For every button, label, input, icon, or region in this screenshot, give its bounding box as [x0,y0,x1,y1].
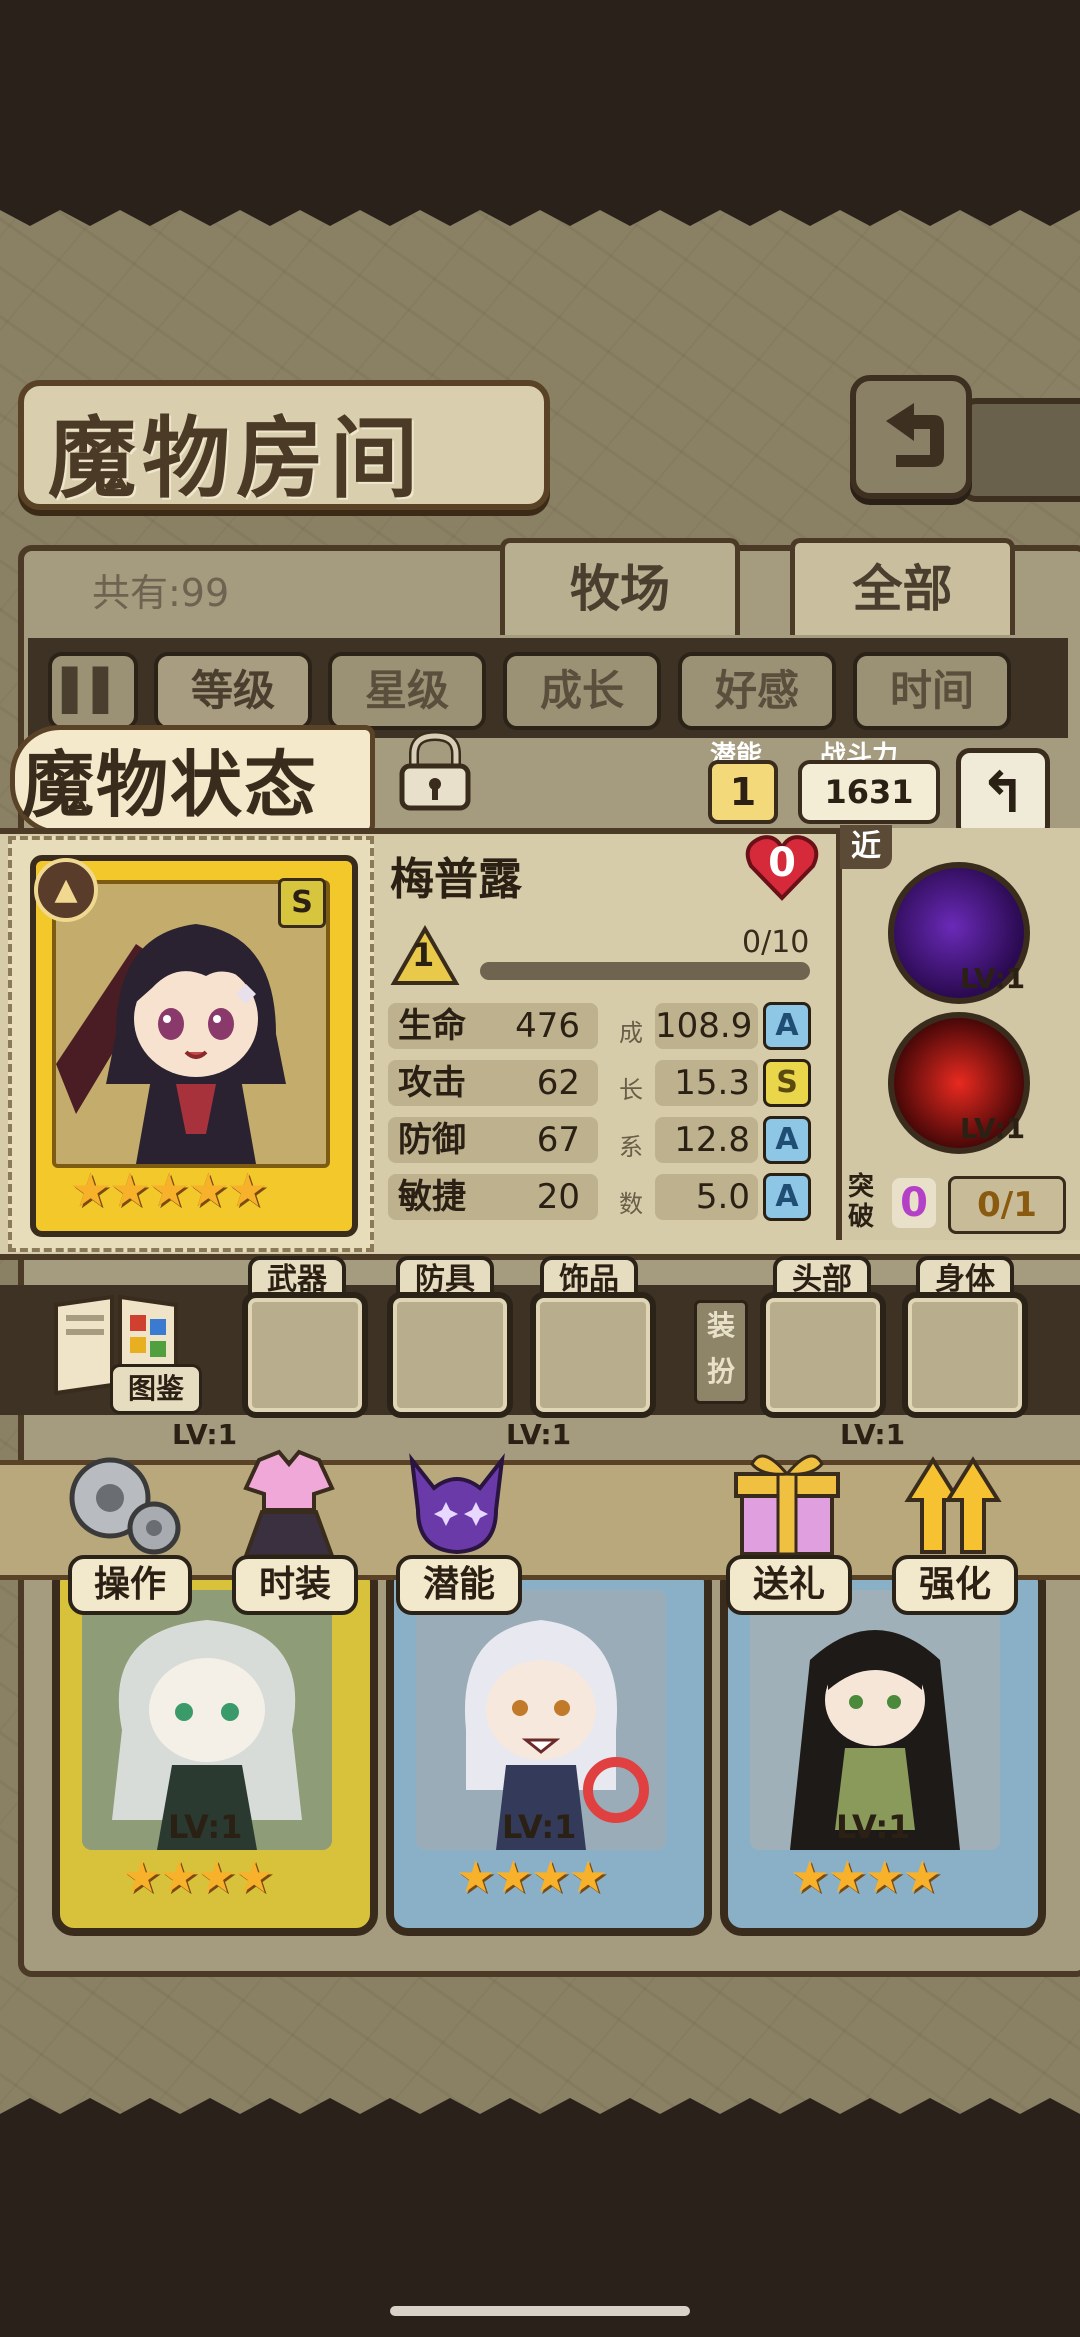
sort-star-button[interactable]: 星级 [328,652,486,730]
page-title: 魔物房间 [48,407,425,510]
growth-agi: 5.0 [655,1174,758,1220]
growth-side-label: 成 [619,1019,643,1047]
action-costume-button[interactable]: 时装 [232,1555,358,1615]
break-label: 突破 [848,1172,875,1232]
sort-growth-button[interactable]: 成长 [503,652,661,730]
level-value: 1 [412,936,435,974]
weapon-slot[interactable] [242,1292,368,1418]
monster-card-2-stars: ★★★★ [456,1852,608,1903]
tab-all[interactable]: 全部 [790,538,1015,635]
star-rating: ★★★★★ [70,1163,268,1217]
stat-agi-value: 20 [536,1177,580,1217]
sort-affection-button[interactable]: 好感 [678,652,836,730]
growth-atk: 15.3 [655,1060,758,1106]
power-value: 1631 [798,760,940,824]
growth-side-label: 长 [619,1076,643,1104]
grade-atk-badge: S [763,1059,811,1107]
top-zigzag-border [0,200,1080,226]
body-slot[interactable] [902,1292,1028,1418]
exp-bar [480,962,810,980]
class-mountain-icon: ▲ [34,858,98,922]
top-background [0,0,1080,210]
grade-hp-badge: A [763,1002,811,1050]
encyclopedia-label[interactable]: 图鉴 [110,1364,202,1414]
upgrade-arrows-icon[interactable] [888,1440,1018,1565]
sort-level-button[interactable]: 等级 [154,652,312,730]
return-arrow-icon [886,403,944,467]
return-arrow-icon: ↰ [979,761,1027,826]
range-tag: 近 [840,825,892,869]
rank-badge: S [278,878,326,928]
affection-value: 0 [768,840,796,886]
exp-text: 0/10 [742,925,810,960]
stat-atk-value: 62 [536,1063,580,1103]
monster-name: 梅普露 [390,854,522,905]
action-operate-button[interactable]: 操作 [68,1555,192,1615]
break-count: 0 [892,1178,936,1228]
sort-time-button[interactable]: 时间 [853,652,1011,730]
grade-def-badge: A [763,1116,811,1164]
costume-label: 装扮 [694,1300,748,1404]
tab-ranch[interactable]: 牧场 [500,538,740,635]
stat-def-value: 67 [536,1120,580,1160]
monster-card-2-level: LV:1 [502,1808,577,1846]
stat-hp-value: 476 [515,1006,580,1046]
bottom-zigzag-border [0,2098,1080,2124]
home-indicator [390,2306,690,2316]
monster-card-3-stars: ★★★★ [790,1852,942,1903]
accessory-slot[interactable] [530,1292,656,1418]
costume-dress-icon[interactable] [224,1440,354,1565]
growth-hp: 108.9 [655,1003,758,1049]
gift-icon[interactable] [722,1440,852,1565]
lock-icon[interactable] [390,730,480,812]
growth-side-label: 系 [619,1133,643,1161]
back-button[interactable] [850,375,972,499]
growth-side-label: 数 [619,1190,643,1218]
gear-icon[interactable] [58,1440,188,1565]
growth-def: 12.8 [655,1117,758,1163]
head-slot[interactable] [760,1292,886,1418]
monster-count: 共有:99 [92,571,230,615]
action-gift-button[interactable]: 送礼 [726,1555,852,1615]
bottom-background [0,2120,1080,2337]
skill-1-level: LV:1 [960,962,1026,995]
action-enhance-button[interactable]: 强化 [892,1555,1018,1615]
action-potential-button[interactable]: 潜能 [396,1555,522,1615]
break-ratio[interactable]: 0/1 [948,1176,1066,1234]
monster-card-1-stars: ★★★★ [122,1852,274,1903]
potential-value: 1 [708,760,778,824]
armor-slot[interactable] [387,1292,513,1418]
potential-demon-icon[interactable] [392,1440,522,1565]
status-title: 魔物状态 [22,743,319,827]
monster-card-3-level: LV:1 [836,1808,911,1846]
grade-agi-badge: A [763,1173,811,1221]
back-button-shadow [960,398,1080,502]
monster-card-1-level: LV:1 [168,1808,243,1846]
sort-order-button[interactable]: ▌▌ [48,652,138,730]
skill-2-level: LV:1 [960,1112,1026,1145]
close-status-button[interactable]: ↰ [956,748,1050,840]
